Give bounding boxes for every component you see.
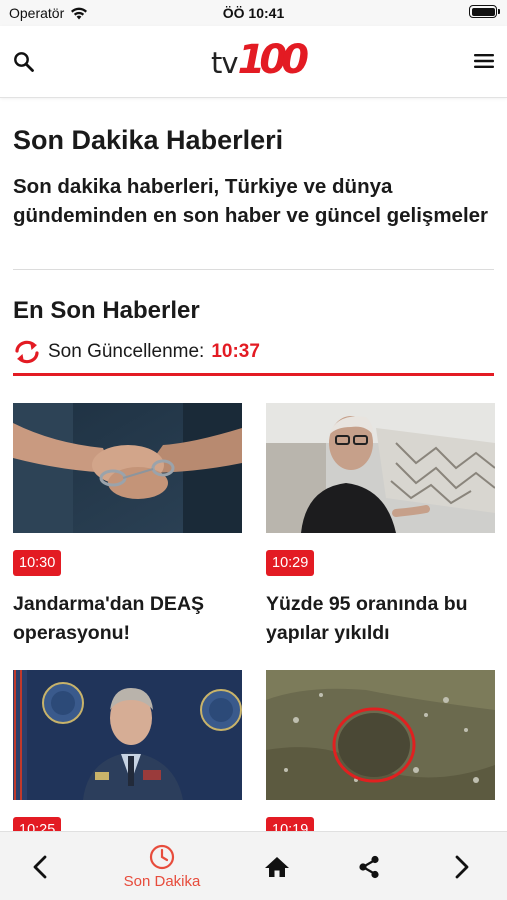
son-dakika-tab[interactable]: Son Dakika — [110, 832, 214, 900]
home-button[interactable] — [262, 832, 292, 900]
back-button[interactable] — [22, 832, 58, 900]
section-underline — [13, 373, 494, 376]
time-badge: 10:29 — [266, 550, 315, 576]
news-title[interactable]: Jandarma'dan DEAŞ operasyonu! — [13, 590, 242, 648]
news-card[interactable]: 10:19 — [266, 670, 495, 857]
refresh-icon[interactable] — [13, 340, 41, 364]
son-dakika-label: Son Dakika — [123, 872, 201, 890]
news-image-aerial-crater[interactable] — [266, 670, 495, 800]
page-title: Son Dakika Haberleri — [13, 125, 284, 155]
news-card[interactable]: 10:30 Jandarma'dan DEAŞ operasyonu! — [13, 403, 242, 648]
news-image-man-building[interactable] — [266, 403, 495, 533]
clock: ÖÖ 10:41 — [222, 5, 285, 21]
search-icon[interactable] — [12, 50, 36, 74]
forward-button[interactable] — [444, 832, 480, 900]
last-update-row: Son Güncellenme: 10:37 — [13, 340, 260, 364]
share-button[interactable] — [354, 832, 384, 900]
divider — [13, 269, 494, 270]
chevron-left-icon — [33, 855, 47, 878]
share-icon — [359, 855, 379, 878]
clock-icon — [149, 844, 175, 869]
section-title: En Son Haberler — [13, 297, 200, 324]
time-badge: 10:30 — [13, 550, 62, 576]
update-label: Son Güncellenme: — [48, 341, 205, 362]
page-description: Son dakika haberleri, Türkiye ve dünya g… — [13, 175, 489, 227]
news-image-handcuffs[interactable] — [13, 403, 242, 533]
bottom-nav: Son Dakika — [0, 831, 507, 900]
logo-tv: tv — [211, 46, 239, 80]
update-time: 10:37 — [211, 341, 260, 362]
news-image-press-briefing[interactable] — [13, 670, 242, 800]
hamburger-menu-icon[interactable] — [473, 52, 495, 70]
tv100-logo[interactable]: tv 100 — [211, 37, 309, 83]
news-card[interactable]: 10:29 Yüzde 95 oranında bu yapılar yıkıl… — [266, 403, 495, 648]
status-bar: Operatör ÖÖ 10:41 — [0, 0, 507, 26]
news-title[interactable]: Yüzde 95 oranında bu yapılar yıkıldı — [266, 590, 495, 648]
home-icon — [265, 856, 289, 877]
logo-number: 100 — [237, 37, 309, 83]
news-card[interactable]: 10:25 — [13, 670, 242, 857]
chevron-right-icon — [455, 855, 469, 878]
app-header: tv 100 — [0, 26, 507, 98]
battery-icon — [469, 5, 500, 18]
